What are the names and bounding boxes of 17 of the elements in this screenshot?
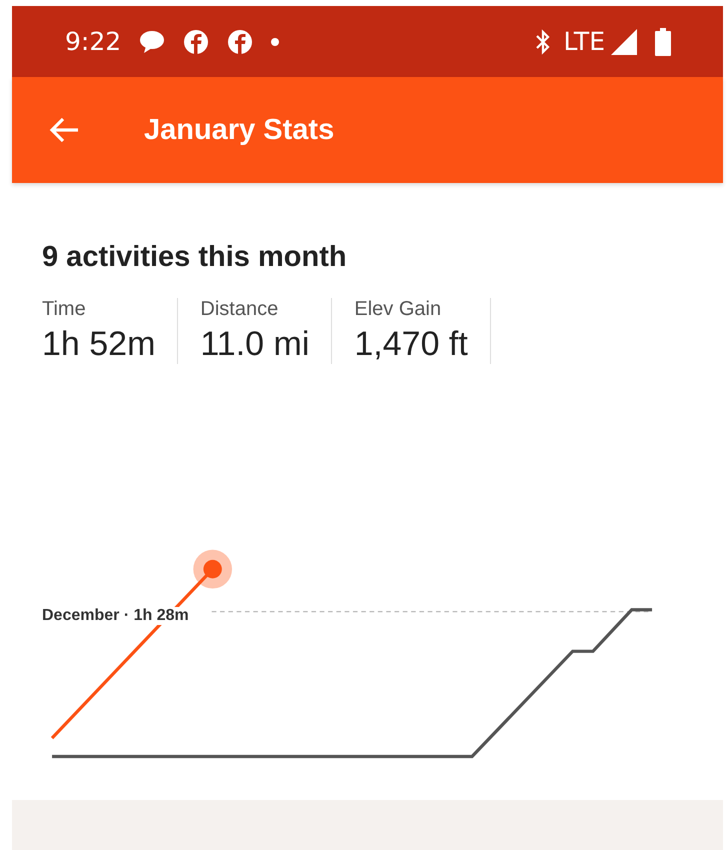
stat-value: 1,470 ft bbox=[354, 325, 468, 364]
clock: 9:22 bbox=[65, 27, 122, 56]
stat-label: Elev Gain bbox=[354, 298, 442, 321]
facebook-icon bbox=[183, 28, 210, 54]
stat-value: 11.0 mi bbox=[200, 325, 310, 364]
stat-label: Distance bbox=[200, 298, 280, 321]
network-type: LTE bbox=[563, 27, 605, 56]
signal-icon bbox=[611, 28, 637, 54]
chat-icon bbox=[139, 30, 166, 54]
back-button[interactable] bbox=[48, 116, 80, 144]
facebook-icon bbox=[227, 28, 254, 54]
stat-value: 1h 52m bbox=[42, 325, 156, 364]
stat-label: Time bbox=[42, 298, 87, 321]
summary-title: 9 activities this month bbox=[42, 241, 348, 274]
battery-icon bbox=[655, 28, 671, 56]
screen-title: January Stats bbox=[144, 114, 334, 146]
dot-icon bbox=[271, 38, 280, 46]
